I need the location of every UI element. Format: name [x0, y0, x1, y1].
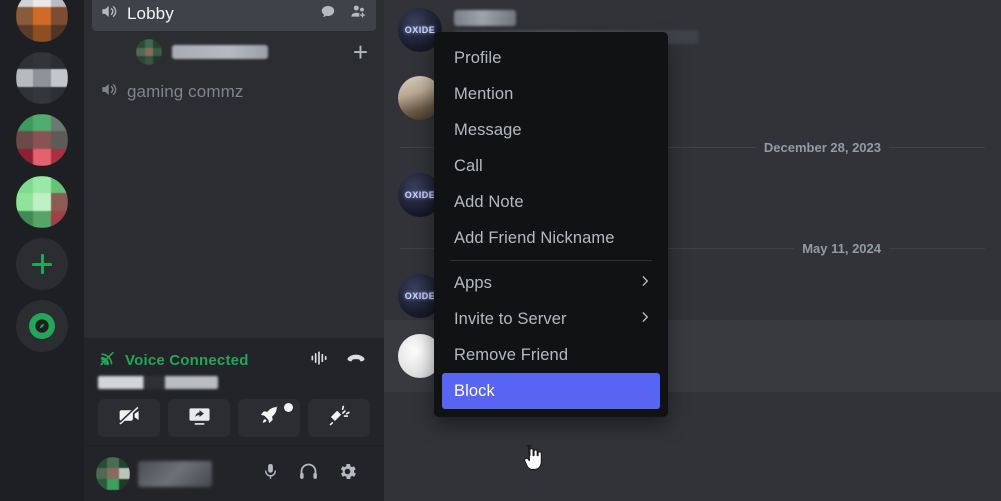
channel-actions: [319, 2, 368, 26]
context-menu-item-mention[interactable]: Mention: [442, 76, 660, 112]
avatar[interactable]: [96, 456, 130, 491]
screen-share-button[interactable]: [168, 399, 230, 437]
avatar-badge-label: OXIDE: [404, 190, 436, 200]
username-blurred: [138, 460, 212, 487]
user-context-menu: Profile Mention Message Call Add Note Ad…: [434, 32, 668, 417]
date-divider-label: December 28, 2023: [763, 140, 881, 155]
voice-status-row: Voice Connected: [98, 348, 374, 373]
camera-off-icon: [118, 404, 141, 432]
context-menu-label: Remove Friend: [454, 345, 569, 364]
context-menu-label: Call: [454, 156, 483, 175]
activity-badge-dot: [284, 403, 293, 412]
discord-window: Lobby + gaming commz Voice Connected OXI…: [0, 0, 1001, 501]
avatar-badge-label: OXIDE: [404, 291, 436, 301]
context-menu-label: Profile: [454, 48, 502, 67]
screen-share-icon: [188, 404, 211, 432]
divider-line-right: [889, 147, 985, 148]
divider-line-right: [889, 248, 985, 249]
server-icon-4[interactable]: [16, 176, 68, 228]
signal-icon: [98, 349, 117, 373]
member-avatar: [136, 39, 162, 65]
voice-connected-panel: Voice Connected: [84, 338, 384, 445]
speaker-icon: [100, 80, 119, 104]
soundwave-icon[interactable]: [308, 348, 330, 373]
chevron-right-icon: [638, 274, 652, 293]
channel-label-lobby: Lobby: [127, 4, 174, 23]
context-menu-item-add-note[interactable]: Add Note: [442, 184, 660, 220]
channel-gaming-commz[interactable]: gaming commz: [92, 75, 376, 109]
invite-people-icon[interactable]: [349, 2, 368, 26]
context-menu-item-profile[interactable]: Profile: [442, 40, 660, 76]
channel-lobby[interactable]: Lobby: [92, 0, 376, 31]
context-menu-item-add-friend-nickname[interactable]: Add Friend Nickname: [442, 220, 660, 256]
soundboard-icon: [328, 404, 351, 432]
hangup-icon[interactable]: [344, 348, 368, 373]
server-icon-3[interactable]: [16, 114, 68, 166]
start-activity-button[interactable]: [238, 399, 300, 437]
user-panel: [84, 445, 384, 501]
rocket-icon: [258, 404, 281, 432]
context-menu-label: Block: [454, 381, 495, 400]
gear-icon[interactable]: [337, 461, 358, 487]
chevron-right-icon: [638, 310, 652, 329]
server-rail: [0, 0, 84, 501]
explore-servers-button[interactable]: [16, 300, 68, 352]
context-menu-item-apps[interactable]: Apps: [442, 265, 660, 301]
server-icon-1[interactable]: [16, 0, 68, 42]
plus-icon: [31, 253, 53, 275]
soundboard-button[interactable]: [308, 399, 370, 437]
user-panel-icons: [261, 461, 374, 487]
speaker-icon: [100, 2, 119, 26]
server-icon-2[interactable]: [16, 52, 68, 104]
context-menu-label: Mention: [454, 84, 514, 103]
chat-bubble-icon[interactable]: [319, 3, 337, 26]
channel-label-gaming-commz: gaming commz: [127, 82, 244, 101]
headphones-icon[interactable]: [298, 461, 319, 487]
context-menu-item-block[interactable]: Block: [442, 373, 660, 409]
context-menu-label: Add Friend Nickname: [454, 228, 615, 247]
avatar-badge-label: OXIDE: [404, 25, 436, 35]
member-name-blurred: [172, 45, 268, 59]
channel-sidebar: Lobby + gaming commz Voice Connected: [84, 0, 384, 501]
context-menu-item-message[interactable]: Message: [442, 112, 660, 148]
context-menu-label: Add Note: [454, 192, 524, 211]
context-menu-item-remove-friend[interactable]: Remove Friend: [442, 337, 660, 373]
add-server-button[interactable]: [16, 238, 68, 290]
voice-channel-list: Lobby + gaming commz: [84, 0, 384, 338]
compass-icon: [29, 313, 55, 339]
date-divider-label: May 11, 2024: [802, 241, 881, 256]
voice-status-label: Voice Connected: [125, 352, 249, 369]
context-menu-label: Apps: [454, 273, 493, 292]
voice-action-buttons: [98, 399, 374, 437]
context-menu-item-invite-to-server[interactable]: Invite to Server: [442, 301, 660, 337]
voice-server-name-blurred: [98, 376, 218, 389]
context-menu-separator: [450, 260, 652, 261]
camera-off-button[interactable]: [98, 399, 160, 437]
voice-header-icons: [308, 348, 374, 373]
voice-member-row[interactable]: +: [92, 31, 376, 73]
message-author-blurred: [454, 10, 516, 26]
microphone-icon[interactable]: [261, 462, 280, 486]
context-menu-label: Invite to Server: [454, 309, 567, 328]
context-menu-item-call[interactable]: Call: [442, 148, 660, 184]
add-member-icon[interactable]: +: [353, 39, 368, 65]
context-menu-label: Message: [454, 120, 522, 139]
